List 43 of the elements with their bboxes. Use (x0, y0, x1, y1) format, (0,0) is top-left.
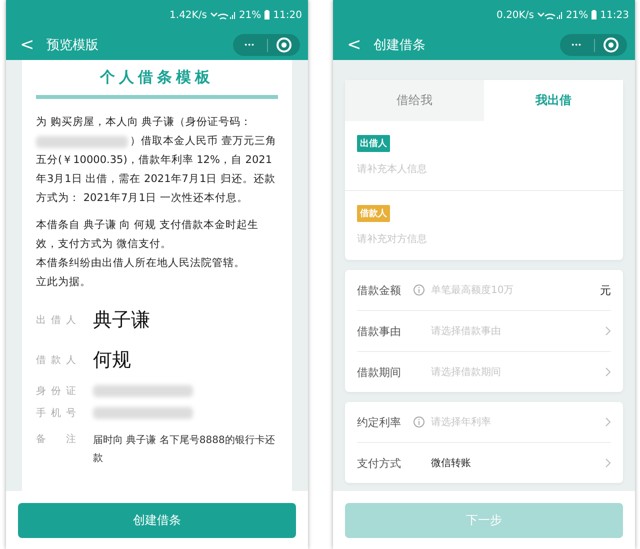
body-text: 本借条纠纷由出借人所在地人民法院管辖。 (36, 256, 246, 271)
field-label: 借款金额 (357, 282, 402, 298)
back-button[interactable]: < (16, 35, 38, 55)
field-label: 借款事由 (357, 324, 402, 338)
signature-text: 典子谦 (93, 308, 150, 333)
clock-time: 11:23 (600, 10, 629, 20)
field-label: 身 份 证 (36, 385, 76, 398)
page-title: 预览模版 (46, 37, 100, 54)
document-title: 个人借条模板 (98, 68, 215, 87)
body-text: 本借条自 典子谦 向 何规 支付借款本金时起生效，支付方式为 微信支付。 (36, 218, 260, 252)
signature-text: 何规 (93, 348, 131, 373)
unit-label: 元 (600, 282, 611, 298)
field-label: 支付方式 (357, 456, 402, 470)
field-label: 备 注 (36, 432, 76, 446)
field-label: 出 借 人 (36, 314, 76, 327)
clock-time: 11:20 (273, 10, 302, 20)
create-button[interactable]: 创建借条 (18, 502, 296, 538)
info-placeholder[interactable]: 请补充本人信息 (357, 162, 427, 176)
battery-level: 21% (238, 10, 262, 20)
body-text: 五分(￥10000.35)，借款年利率 12%，自 2021年3月1日 出借，需在 2021年7月1日 归还。还款方式为： 2021年7月1日 一次性还本付息。 (36, 153, 276, 206)
field-label: 借 款 人 (36, 354, 76, 367)
body-text: 为 购买房屋，本人向 典子谦（身份证号码： (36, 115, 253, 130)
role-tag: 借款人 (357, 205, 390, 222)
tab[interactable]: 我出借 (484, 80, 623, 121)
role-tag: 出借人 (357, 135, 390, 152)
input-field[interactable]: 单笔最高额度10万 (431, 283, 600, 297)
field-label: 借款期间 (357, 364, 402, 380)
tab[interactable]: 借给我 (345, 80, 484, 121)
body-text: ）借取本金人民币 壹万元三角 (130, 134, 276, 149)
back-button[interactable]: < (343, 35, 366, 55)
note-text: 届时向 典子谦 名下尾号8888的银行卡还款 (93, 434, 276, 466)
network-speed: 1.42K/s (170, 10, 207, 20)
battery-level: 21% (566, 10, 588, 20)
field-label: 约定利率 (357, 414, 402, 430)
field-label: 手 机 号 (36, 406, 76, 420)
page-title: 创建借条 (373, 37, 426, 54)
select-field[interactable]: 请选择年利率 (431, 415, 605, 429)
select-field[interactable]: 请选择借款事由 (431, 324, 605, 338)
field-value[interactable]: 微信转账 (431, 456, 605, 470)
select-field[interactable]: 请选择借款期间 (431, 365, 605, 379)
info-placeholder[interactable]: 请补充对方信息 (357, 232, 427, 246)
network-speed: 0.20K/s (496, 10, 534, 20)
body-text: 立此为据。 (36, 275, 92, 290)
